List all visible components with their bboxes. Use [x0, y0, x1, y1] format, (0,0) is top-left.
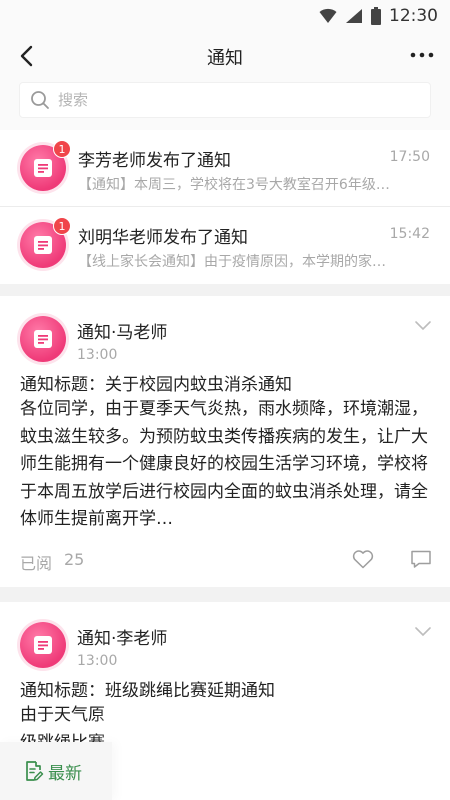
latest-label: 最新: [48, 763, 82, 784]
notice-icon: [34, 636, 52, 654]
signal-icon: [346, 9, 362, 23]
chat-preview: 【通知】本周三，学校将在3号大教室召开6年级…: [78, 177, 390, 193]
chevron-down-icon[interactable]: [414, 318, 432, 332]
wifi-icon: [319, 8, 337, 23]
status-time: 12:30: [389, 6, 438, 26]
more-options-icon[interactable]: [410, 50, 434, 60]
notice-title: 通知标题：班级跳绳比赛延期通知: [20, 681, 275, 701]
notice-icon: [34, 236, 52, 254]
notice-author: 通知·李老师: [77, 629, 168, 649]
chat-list: 1 李芳老师发布了通知 17:50 【通知】本周三，学校将在3号大教室召开6年级…: [0, 130, 450, 284]
unread-badge: 1: [53, 217, 71, 235]
notice-footer: 已阅 25: [0, 546, 450, 576]
comment-icon[interactable]: [410, 549, 432, 569]
notice-time: 13:00: [77, 653, 118, 669]
battery-icon: [371, 7, 381, 25]
search-input[interactable]: [56, 90, 416, 110]
notice-time: 13:00: [77, 347, 118, 363]
status-icons: 12:30: [319, 6, 438, 26]
page-title: 通知: [207, 48, 243, 69]
avatar: [20, 622, 66, 668]
chat-name: 李芳老师发布了通知: [78, 151, 231, 171]
notice-icon: [34, 159, 52, 177]
read-count: 25: [64, 550, 85, 569]
notice-title: 通知标题：关于校园内蚊虫消杀通知: [20, 375, 292, 395]
avatar: [20, 316, 66, 362]
search-icon: [31, 91, 49, 109]
heart-icon[interactable]: [352, 549, 374, 569]
unread-badge: 1: [53, 140, 71, 158]
chat-preview: 【线上家长会通知】由于疫情原因，本学期的家…: [78, 254, 386, 270]
notice-icon: [34, 330, 52, 348]
document-edit-icon: [26, 761, 44, 781]
latest-button[interactable]: 最新: [0, 742, 112, 800]
chat-time: 15:42: [389, 226, 430, 242]
search-box[interactable]: [19, 82, 431, 118]
read-label: 已阅: [20, 554, 53, 573]
notice-author: 通知·马老师: [77, 323, 168, 343]
chat-item[interactable]: 1 李芳老师发布了通知 17:50 【通知】本周三，学校将在3号大教室召开6年级…: [0, 130, 450, 207]
status-bar: 12:30: [0, 0, 450, 32]
notice-card[interactable]: 通知·马老师 13:00 通知标题：关于校园内蚊虫消杀通知 各位同学，由于夏季天…: [0, 296, 450, 587]
top-nav: 通知: [0, 32, 450, 80]
notice-body-line: 由于天气原: [20, 705, 105, 725]
chat-name: 刘明华老师发布了通知: [78, 228, 248, 248]
chat-item[interactable]: 1 刘明华老师发布了通知 15:42 【线上家长会通知】由于疫情原因，本学期的家…: [0, 207, 450, 284]
notice-body: 各位同学，由于夏季天气炎热，雨水频降，环境潮湿，蚊虫滋生较多。为预防蚊虫类传播疾…: [20, 399, 428, 529]
search-section: [0, 80, 450, 130]
chat-time: 17:50: [389, 149, 430, 165]
chevron-down-icon[interactable]: [414, 624, 432, 638]
